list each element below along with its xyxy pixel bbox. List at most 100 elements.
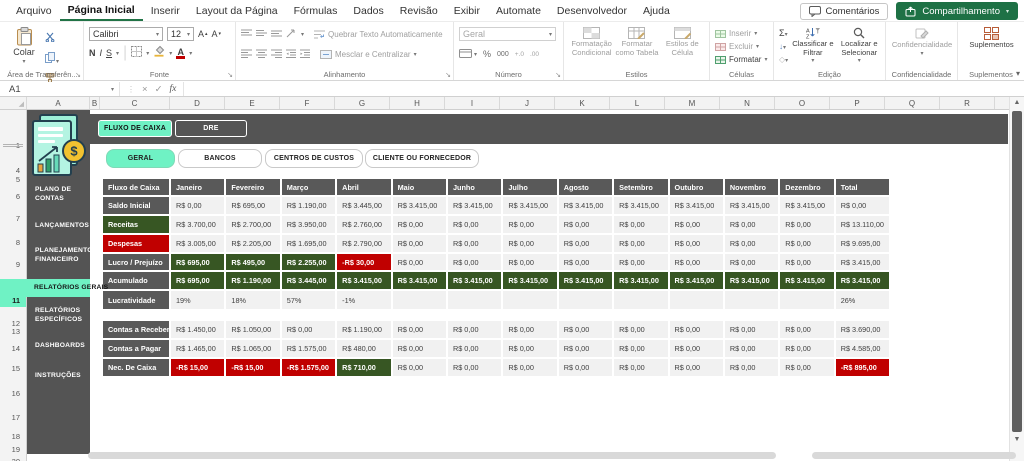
table-cell[interactable]: -1% — [337, 291, 390, 309]
table-cell[interactable]: R$ 695,00 — [171, 254, 224, 270]
table-cell[interactable] — [393, 291, 446, 309]
table-cell[interactable]: R$ 0,00 — [614, 340, 667, 357]
shrink-font-button[interactable]: A▾ — [212, 29, 222, 39]
table-cell[interactable]: R$ 1.465,00 — [171, 340, 224, 357]
table-cell[interactable]: R$ 9.695,00 — [836, 235, 889, 252]
cut-button[interactable] — [45, 29, 59, 47]
italic-button[interactable]: I — [100, 48, 103, 58]
cell-styles-button[interactable]: Estilos de Célula — [660, 27, 705, 57]
table-cell[interactable]: R$ 0,00 — [559, 235, 612, 252]
table-cell[interactable]: R$ 0,00 — [282, 321, 335, 338]
insert-function-button[interactable]: fx — [170, 84, 177, 94]
menu-tab-inserir[interactable]: Inserir — [143, 0, 188, 21]
subtab-cliente-ou-fornecedor[interactable]: CLIENTE OU FORNECEDOR — [365, 149, 479, 168]
table-cell[interactable]: R$ 3.415,00 — [503, 272, 556, 289]
cancel-entry-button[interactable]: × — [142, 84, 148, 95]
menu-tab-revisao[interactable]: Revisão — [392, 0, 446, 21]
table-cell[interactable]: R$ 0,00 — [780, 321, 833, 338]
table-cell[interactable]: R$ 3.415,00 — [393, 272, 446, 289]
table-cell[interactable]: R$ 0,00 — [393, 216, 446, 233]
sidebar-item-lancamentos[interactable]: LANÇAMENTOS — [27, 218, 90, 234]
table-cell[interactable] — [670, 291, 723, 309]
table-cell[interactable]: -R$ 15,00 — [171, 359, 224, 376]
row-header-6[interactable]: 6 — [0, 192, 26, 203]
month-header-dezembro[interactable]: Dezembro — [780, 179, 833, 195]
table-cell[interactable]: R$ 0,00 — [503, 321, 556, 338]
table-cell[interactable] — [503, 291, 556, 309]
table-cell[interactable]: R$ 3.415,00 — [448, 272, 501, 289]
menu-tab-desenvolvedor[interactable]: Desenvolvedor — [549, 0, 635, 21]
table-cell[interactable]: R$ 3.005,00 — [171, 235, 224, 252]
row-label-contas-a-receber[interactable]: Contas a Receber — [103, 321, 169, 338]
table-cell[interactable]: R$ 3.415,00 — [836, 254, 889, 270]
table-cell[interactable]: 57% — [282, 291, 335, 309]
scroll-down-icon[interactable]: ▼ — [1010, 436, 1024, 443]
table-cell[interactable]: -R$ 30,00 — [337, 254, 390, 270]
table-cell[interactable]: R$ 2.205,00 — [226, 235, 279, 252]
column-header-c[interactable]: C — [100, 97, 170, 109]
row-header-15[interactable]: 15 — [0, 364, 26, 375]
row-header-11[interactable]: 11 — [0, 296, 26, 307]
table-cell[interactable]: R$ 4.585,00 — [836, 340, 889, 357]
column-header-p[interactable]: P — [830, 97, 885, 109]
decrease-decimal-button[interactable]: .00 — [530, 51, 539, 58]
table-cell[interactable]: R$ 0,00 — [448, 235, 501, 252]
subtab-bancos[interactable]: BANCOS — [178, 149, 262, 168]
table-cell[interactable]: R$ 1.190,00 — [282, 197, 335, 214]
table-cell[interactable]: R$ 3.445,00 — [337, 197, 390, 214]
increase-indent-button[interactable] — [300, 45, 310, 63]
share-button[interactable]: Compartilhamento ▾ — [896, 2, 1018, 20]
table-cell[interactable]: 26% — [836, 291, 889, 309]
decrease-indent-button[interactable] — [286, 45, 296, 63]
table-cell[interactable]: R$ 0,00 — [670, 359, 723, 376]
column-header-d[interactable]: D — [170, 97, 225, 109]
copy-button[interactable]: ▾ — [45, 50, 59, 68]
table-cell[interactable]: R$ 3.415,00 — [559, 272, 612, 289]
table-cell[interactable]: R$ 3.415,00 — [614, 197, 667, 214]
align-top-button[interactable] — [241, 25, 252, 43]
table-cell[interactable]: R$ 0,00 — [503, 235, 556, 252]
month-header-abril[interactable]: Abril — [337, 179, 390, 195]
table-cell[interactable]: R$ 1.190,00 — [337, 321, 390, 338]
table-cell[interactable]: R$ 2.790,00 — [337, 235, 390, 252]
grow-font-button[interactable]: A▴ — [198, 29, 208, 39]
table-cell[interactable]: R$ 3.415,00 — [836, 272, 889, 289]
table-cell[interactable]: R$ 3.415,00 — [780, 197, 833, 214]
menu-tab-formulas[interactable]: Fórmulas — [286, 0, 346, 21]
table-cell[interactable]: R$ 0,00 — [725, 321, 778, 338]
sidebar-item-relatorios-especificos[interactable]: RELATÓRIOS ESPECÍFICOS — [27, 303, 90, 327]
table-cell[interactable]: R$ 2.700,00 — [226, 216, 279, 233]
column-header-j[interactable]: J — [500, 97, 555, 109]
column-header-q[interactable]: Q — [885, 97, 940, 109]
table-cell[interactable]: R$ 3.415,00 — [725, 197, 778, 214]
table-cell[interactable]: R$ 0,00 — [614, 321, 667, 338]
sidebar-item-relatorios-gerais[interactable]: RELATÓRIOS GERAIS — [0, 279, 90, 297]
table-cell[interactable]: R$ 3.690,00 — [836, 321, 889, 338]
table-cell[interactable]: -R$ 15,00 — [226, 359, 279, 376]
table-cell[interactable]: R$ 0,00 — [780, 359, 833, 376]
table-cell[interactable]: R$ 0,00 — [614, 254, 667, 270]
row-header-19[interactable]: 19 — [0, 445, 26, 456]
align-left-button[interactable] — [241, 45, 252, 63]
table-cell[interactable]: R$ 0,00 — [448, 359, 501, 376]
row-header-8[interactable]: 8 — [0, 238, 26, 249]
wrap-text-button[interactable]: Quebrar Texto Automaticamente — [314, 28, 443, 41]
table-cell[interactable]: R$ 3.415,00 — [614, 272, 667, 289]
table-cell[interactable]: R$ 0,00 — [725, 359, 778, 376]
table-cell[interactable]: R$ 0,00 — [559, 321, 612, 338]
tab-dre[interactable]: DRE — [175, 120, 247, 137]
fill-button[interactable]: ↓▾ — [779, 41, 788, 51]
addins-button[interactable]: Suplementos — [963, 27, 1020, 50]
table-cell[interactable]: R$ 1.575,00 — [282, 340, 335, 357]
align-right-button[interactable] — [271, 45, 282, 63]
month-header-total[interactable]: Total — [836, 179, 889, 195]
month-header-janeiro[interactable]: Janeiro — [171, 179, 224, 195]
table-cell[interactable]: R$ 710,00 — [337, 359, 390, 376]
table-cell[interactable]: R$ 0,00 — [670, 340, 723, 357]
table-cell[interactable]: R$ 0,00 — [780, 216, 833, 233]
comments-button[interactable]: Comentários — [800, 3, 889, 20]
table-cell[interactable]: R$ 0,00 — [670, 235, 723, 252]
table-cell[interactable]: R$ 0,00 — [393, 235, 446, 252]
table-cell[interactable]: R$ 0,00 — [503, 340, 556, 357]
column-header-e[interactable]: E — [225, 97, 280, 109]
